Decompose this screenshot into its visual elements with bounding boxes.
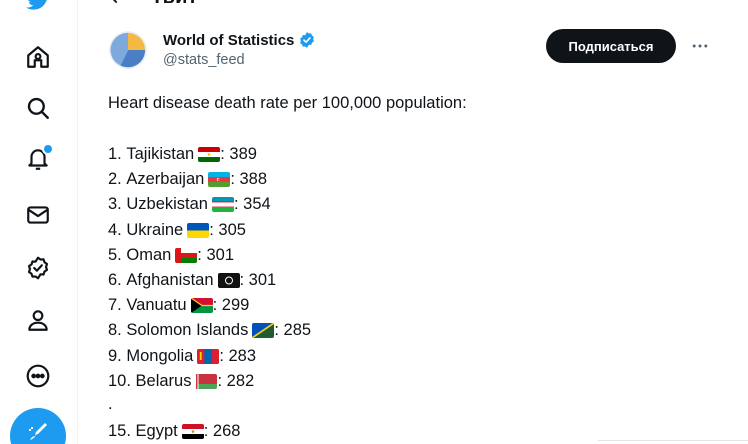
back-arrow-icon[interactable] xyxy=(107,0,127,7)
value: : 283 xyxy=(219,346,257,365)
egypt-flag-icon xyxy=(181,424,204,440)
oman-flag-icon xyxy=(175,247,198,263)
value: : 285 xyxy=(274,321,312,340)
value: : 299 xyxy=(212,296,250,315)
value: : 388 xyxy=(230,170,268,189)
list-item: 9. Mongolia : 283 xyxy=(108,344,708,369)
ellipsis: . xyxy=(108,394,113,413)
rank: 2. xyxy=(108,170,122,189)
notification-badge xyxy=(42,143,54,155)
country: Azerbaijan xyxy=(126,170,205,189)
profile-icon[interactable] xyxy=(16,298,60,342)
page-header: Твит xyxy=(79,0,748,8)
author-handle[interactable]: @stats_feed xyxy=(163,52,316,68)
value: : 268 xyxy=(203,422,241,441)
value: : 389 xyxy=(220,145,257,163)
azerbaijan-flag-icon xyxy=(208,172,231,188)
more-options-icon[interactable] xyxy=(685,31,715,61)
value: : 282 xyxy=(217,371,255,390)
ranking-list: 1. Tajikistan : 389 2. Azerbaijan : 388 … xyxy=(108,142,708,444)
value: : 301 xyxy=(239,270,277,289)
rank: 4. xyxy=(108,220,122,239)
divider xyxy=(598,440,748,441)
country: Solomon Islands xyxy=(126,321,249,340)
value: : 301 xyxy=(197,245,234,264)
ukraine-flag-icon xyxy=(187,222,210,238)
messages-icon[interactable] xyxy=(16,193,60,237)
list-item: 5. Oman : 301 xyxy=(108,243,708,268)
mongolia-flag-icon xyxy=(197,348,220,364)
verified-icon[interactable] xyxy=(16,246,60,290)
rank: 10. xyxy=(108,371,131,390)
country: Afghanistan xyxy=(126,270,214,289)
list-item: 1. Tajikistan : 389 xyxy=(108,142,708,167)
country: Uzbekistan xyxy=(126,195,208,214)
list-item: 6. Afghanistan : 301 xyxy=(108,268,708,293)
search-icon[interactable] xyxy=(16,86,60,130)
rank: 6. xyxy=(108,270,122,289)
home-icon[interactable] xyxy=(16,35,60,79)
list-item: 4. Ukraine : 305 xyxy=(108,218,708,243)
rank: 5. xyxy=(108,245,122,264)
vanuatu-flag-icon xyxy=(190,298,213,314)
country: Egypt xyxy=(135,422,178,441)
country: Tajikistan xyxy=(126,145,195,163)
tweet-headline: Heart disease death rate per 100,000 pop… xyxy=(108,94,467,112)
country: Vanuatu xyxy=(126,296,187,315)
compose-icon xyxy=(29,423,47,440)
list-item: 8. Solomon Islands : 285 xyxy=(108,318,708,343)
tweet: World of Statistics @stats_feed Подписат… xyxy=(79,24,748,444)
nav-sidebar xyxy=(0,0,78,444)
rank: 9. xyxy=(108,346,122,365)
pie-chart-avatar-icon xyxy=(109,31,147,69)
list-item: 2. Azerbaijan : 388 xyxy=(108,167,708,192)
country: Mongolia xyxy=(126,346,194,365)
rank: 3. xyxy=(108,195,122,214)
rank: 15. xyxy=(108,422,131,441)
value: : 354 xyxy=(233,195,271,214)
rank: 8. xyxy=(108,321,122,340)
author-name[interactable]: World of Statistics xyxy=(163,32,294,49)
uzbekistan-flag-icon xyxy=(211,197,234,213)
notifications-icon[interactable] xyxy=(16,137,60,181)
list-item: 7. Vanuatu : 299 xyxy=(108,293,708,318)
app-window: Твит World of Statistics @stats_feed Под… xyxy=(0,0,748,444)
verified-badge-icon xyxy=(300,32,315,48)
list-item: 10. Belarus : 282 xyxy=(108,369,708,394)
more-icon[interactable] xyxy=(16,354,60,398)
avatar[interactable] xyxy=(109,31,147,69)
tweet-text: Heart disease death rate per 100,000 pop… xyxy=(108,92,708,444)
value: : 305 xyxy=(209,220,246,239)
country: Ukraine xyxy=(126,220,184,239)
rank: 7. xyxy=(108,296,122,315)
afghanistan-flag-icon xyxy=(217,273,240,289)
follow-button[interactable]: Подписаться xyxy=(546,29,676,63)
tajikistan-flag-icon xyxy=(198,147,221,163)
author-block: World of Statistics @stats_feed xyxy=(163,31,316,68)
belarus-flag-icon xyxy=(195,373,218,389)
country: Oman xyxy=(126,245,172,264)
country: Belarus xyxy=(135,371,192,390)
solomon-islands-flag-icon xyxy=(252,323,275,339)
rank: 1. xyxy=(108,145,122,163)
twitter-logo-icon[interactable] xyxy=(16,0,60,22)
compose-button[interactable] xyxy=(10,408,66,444)
list-item: 3. Uzbekistan : 354 xyxy=(108,192,708,217)
page-title: Твит xyxy=(151,0,198,9)
